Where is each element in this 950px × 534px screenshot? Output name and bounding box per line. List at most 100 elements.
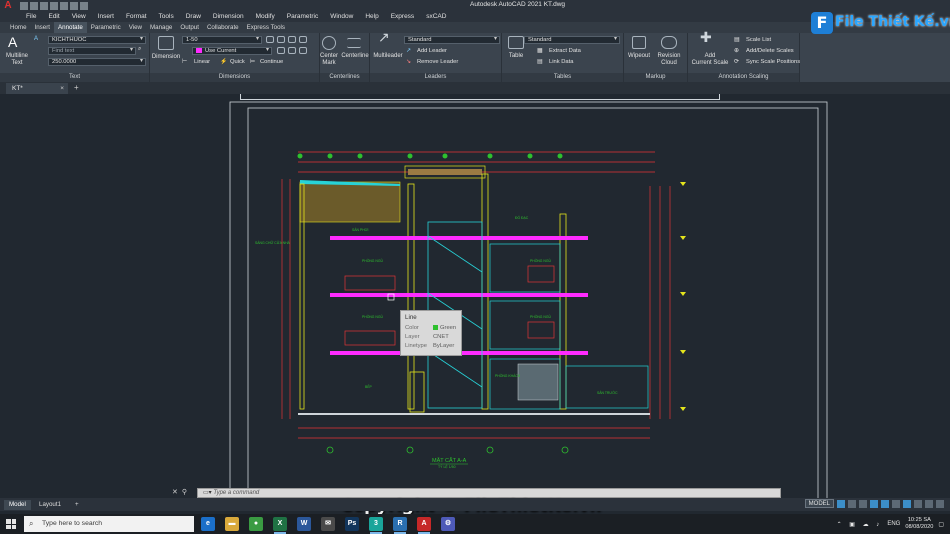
link-data-icon[interactable]: ▤ (537, 59, 542, 65)
linear-button[interactable]: Linear (194, 59, 210, 65)
customize-icon[interactable] (936, 499, 944, 508)
add-leader-icon[interactable]: ↗ (406, 48, 411, 54)
mail-icon[interactable]: ✉ (321, 517, 335, 531)
add-delete-scales-button[interactable]: Add/Delete Scales (746, 48, 794, 54)
saveas-icon[interactable] (50, 1, 58, 10)
tab-home[interactable]: Home (6, 22, 31, 33)
remove-leader-icon[interactable]: ↘ (406, 59, 411, 65)
add-current-scale-button[interactable]: Add Current Scale (688, 53, 732, 67)
extract-data-icon[interactable]: ▦ (537, 48, 542, 54)
menu-edit[interactable]: Edit (48, 13, 59, 20)
new-tab-icon[interactable]: + (74, 83, 79, 92)
menu-help[interactable]: Help (365, 13, 378, 20)
continue-button[interactable]: Continue (260, 59, 283, 65)
tab-parametric[interactable]: Parametric (87, 22, 125, 33)
scale-list-icon[interactable]: ▤ (734, 37, 739, 43)
dim-layer-select[interactable]: Use Current (192, 47, 272, 55)
wipeout-icon[interactable] (632, 36, 646, 49)
command-line-icons[interactable]: ✕⚲ (172, 488, 191, 496)
isolate-icon[interactable] (925, 499, 933, 508)
menu-express[interactable]: Express (391, 13, 414, 20)
tab-express-tools[interactable]: Express Tools (243, 22, 289, 33)
menu-sxcad[interactable]: sxCAD (426, 13, 446, 20)
new-icon[interactable] (20, 1, 28, 10)
dim-style-select[interactable]: 1-50 (182, 36, 262, 44)
leader-style-select[interactable]: Standard (404, 36, 500, 44)
center-mark-icon[interactable] (322, 36, 336, 50)
quick-button[interactable]: Quick (230, 59, 245, 65)
osnap-toggle-icon[interactable] (881, 499, 889, 508)
chrome-icon[interactable]: ● (249, 517, 263, 531)
model-space-button[interactable]: MODEL (804, 499, 834, 508)
add-delete-scales-icon[interactable]: ⊕ (734, 48, 739, 54)
grid-toggle-icon[interactable] (837, 499, 845, 508)
sync-scale-icon[interactable]: ⟳ (734, 59, 739, 65)
text-height-select[interactable]: 250.0000 (48, 58, 146, 66)
linear-icon[interactable]: ⊢ (182, 59, 187, 65)
edge-icon[interactable]: e (201, 517, 215, 531)
quick-icon[interactable]: ⚡ (220, 59, 227, 65)
revision-cloud-button[interactable]: Revision Cloud (654, 53, 684, 67)
dim-tool-icon[interactable] (288, 47, 296, 54)
excel-icon[interactable]: X (273, 517, 287, 534)
tab-output[interactable]: Output (176, 22, 203, 33)
dimension-button[interactable]: Dimension (150, 54, 182, 61)
scale-list-button[interactable]: Scale List (746, 37, 771, 43)
annotation-scaling-panel-title[interactable]: Annotation Scaling (688, 73, 799, 82)
redo-icon[interactable] (80, 1, 88, 10)
centerline-icon[interactable] (347, 38, 361, 48)
dim-tool-icon[interactable] (299, 47, 307, 54)
dim-tool-icon[interactable] (299, 36, 307, 43)
continue-icon[interactable]: ⊨ (250, 59, 255, 65)
annotation-scale-icon[interactable] (903, 499, 911, 508)
add-leader-button[interactable]: Add Leader (417, 48, 447, 54)
menu-insert[interactable]: Insert (98, 13, 114, 20)
extract-data-button[interactable]: Extract Data (549, 48, 581, 54)
new-layout-icon[interactable]: + (70, 500, 84, 510)
menu-parametric[interactable]: Parametric (287, 13, 318, 20)
save-icon[interactable] (40, 1, 48, 10)
taskbar-search-input[interactable]: ⌕ Type here to search (24, 516, 194, 532)
text-style-select[interactable]: KICHTHUOC (48, 36, 146, 44)
lineweight-toggle-icon[interactable] (892, 499, 900, 508)
text-panel-title[interactable]: Text (0, 73, 149, 82)
link-data-button[interactable]: Link Data (549, 59, 574, 65)
menu-format[interactable]: Format (126, 13, 147, 20)
center-mark-button[interactable]: Center Mark (319, 53, 339, 67)
menu-view[interactable]: View (72, 13, 86, 20)
photoshop-icon[interactable]: Ps (345, 517, 359, 531)
tab-collaborate[interactable]: Collaborate (203, 22, 243, 33)
file-explorer-icon[interactable]: ▬ (225, 517, 239, 531)
notification-icon[interactable]: ▢ (938, 521, 944, 528)
menu-window[interactable]: Window (330, 13, 353, 20)
autocad-logo-icon[interactable]: A (2, 0, 14, 11)
find-text-input[interactable]: Find text (48, 47, 136, 55)
close-icon[interactable]: × (60, 83, 64, 94)
dim-tool-icon[interactable] (288, 36, 296, 43)
revit-icon[interactable]: R (393, 517, 407, 534)
plot-icon[interactable] (60, 1, 68, 10)
tray-icons[interactable]: ⌃ ▣ ☁ ♪ (837, 521, 883, 528)
dimensions-panel-title[interactable]: Dimensions (150, 73, 319, 82)
wipeout-button[interactable]: Wipeout (624, 53, 654, 60)
multileader-icon[interactable]: ↗ (378, 30, 390, 44)
tab-view[interactable]: View (125, 22, 146, 33)
menu-tools[interactable]: Tools (159, 13, 174, 20)
snap-toggle-icon[interactable] (848, 499, 856, 508)
menu-dimension[interactable]: Dimension (213, 13, 244, 20)
3dsmax-icon[interactable]: 3 (369, 517, 383, 534)
layout-tab-layout1[interactable]: Layout1 (34, 500, 66, 510)
dim-tool-icon[interactable] (277, 36, 285, 43)
windows-start-icon[interactable] (6, 519, 16, 529)
dim-tool-icon[interactable] (266, 36, 274, 43)
menu-modify[interactable]: Modify (256, 13, 275, 20)
word-icon[interactable]: W (297, 517, 311, 531)
centerline-button[interactable]: Centerline (340, 53, 370, 60)
multiline-text-icon[interactable]: A (8, 35, 17, 49)
menu-draw[interactable]: Draw (186, 13, 201, 20)
multiline-text-button[interactable]: Multiline Text (2, 53, 32, 67)
language-indicator[interactable]: ENG (887, 521, 900, 527)
add-scale-icon[interactable]: ✚ (700, 30, 712, 44)
table-style-select[interactable]: Standard (524, 36, 620, 44)
multileader-button[interactable]: Multileader (370, 53, 406, 60)
